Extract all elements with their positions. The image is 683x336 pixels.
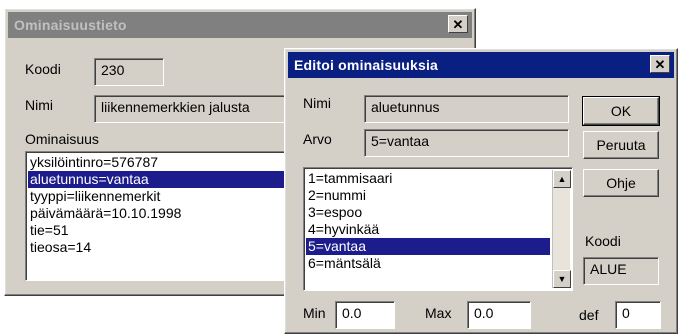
option-item[interactable]: 1=tammisaari: [306, 170, 550, 187]
nimi-label: Nimi: [25, 97, 53, 113]
nimi-label: Nimi: [303, 95, 331, 111]
koodi-field[interactable]: 230: [94, 58, 164, 86]
option-item[interactable]: 2=nummi: [306, 187, 550, 204]
close-icon[interactable]: ✕: [650, 55, 670, 73]
ominaisuustieto-titlebar[interactable]: Ominaisuustieto ✕: [8, 12, 472, 38]
max-field[interactable]: 0.0: [467, 301, 531, 329]
options-listbox[interactable]: 1=tammisaari 2=nummi 3=espoo 4=hyvinkää 5=va…: [303, 167, 573, 291]
dialog-title: Editoi ominaisuuksia: [294, 57, 439, 73]
koodi-field[interactable]: ALUE: [583, 257, 659, 285]
scroll-up-icon[interactable]: ▲: [553, 170, 571, 188]
list-item[interactable]: päivämäärä=10.10.1998: [28, 205, 292, 222]
min-label: Min: [303, 305, 326, 321]
option-item[interactable]: 3=espoo: [306, 204, 550, 221]
scroll-down-icon[interactable]: ▼: [553, 270, 571, 288]
editoi-titlebar[interactable]: Editoi ominaisuuksia ✕: [288, 52, 674, 78]
peruuta-button[interactable]: Peruuta: [583, 131, 659, 159]
option-item[interactable]: 4=hyvinkää: [306, 221, 550, 238]
option-item[interactable]: 5=vantaa: [306, 238, 550, 255]
list-item[interactable]: tyyppi=liikennemerkit: [28, 188, 292, 205]
ohje-button[interactable]: Ohje: [583, 169, 659, 197]
max-label: Max: [425, 305, 452, 321]
options-list: 1=tammisaari 2=nummi 3=espoo 4=hyvinkää 5=va…: [306, 170, 550, 272]
def-field[interactable]: 0: [615, 301, 661, 329]
list-item[interactable]: tieosa=14: [28, 239, 292, 256]
nimi-field[interactable]: aluetunnus: [364, 95, 569, 123]
arvo-field[interactable]: 5=vantaa: [364, 129, 569, 157]
option-item[interactable]: 6=mäntsälä: [306, 255, 550, 272]
listbox-scrollbar[interactable]: ▲ ▼: [552, 170, 571, 288]
list-item[interactable]: yksilöintinro=576787: [28, 154, 292, 171]
koodi-label: Koodi: [585, 233, 621, 249]
def-label: def: [579, 307, 599, 323]
arvo-label: Arvo: [303, 131, 332, 147]
min-field[interactable]: 0.0: [335, 301, 395, 329]
editoi-ominaisuuksia-dialog: Editoi ominaisuuksia ✕ Nimi aluetunnus A…: [284, 48, 678, 334]
koodi-label: Koodi: [25, 61, 61, 77]
close-icon[interactable]: ✕: [448, 15, 468, 33]
ominaisuus-label: Ominaisuus: [25, 131, 99, 147]
nimi-field[interactable]: liikennemerkkien jalusta: [94, 95, 294, 123]
list-item[interactable]: aluetunnus=vantaa: [28, 171, 292, 188]
list-item[interactable]: tie=51: [28, 222, 292, 239]
ominaisuus-listbox[interactable]: yksilöintinro=576787 aluetunnus=vantaa tyy…: [25, 151, 295, 281]
ok-button[interactable]: OK: [582, 96, 660, 126]
window-title: Ominaisuustieto: [14, 17, 127, 33]
